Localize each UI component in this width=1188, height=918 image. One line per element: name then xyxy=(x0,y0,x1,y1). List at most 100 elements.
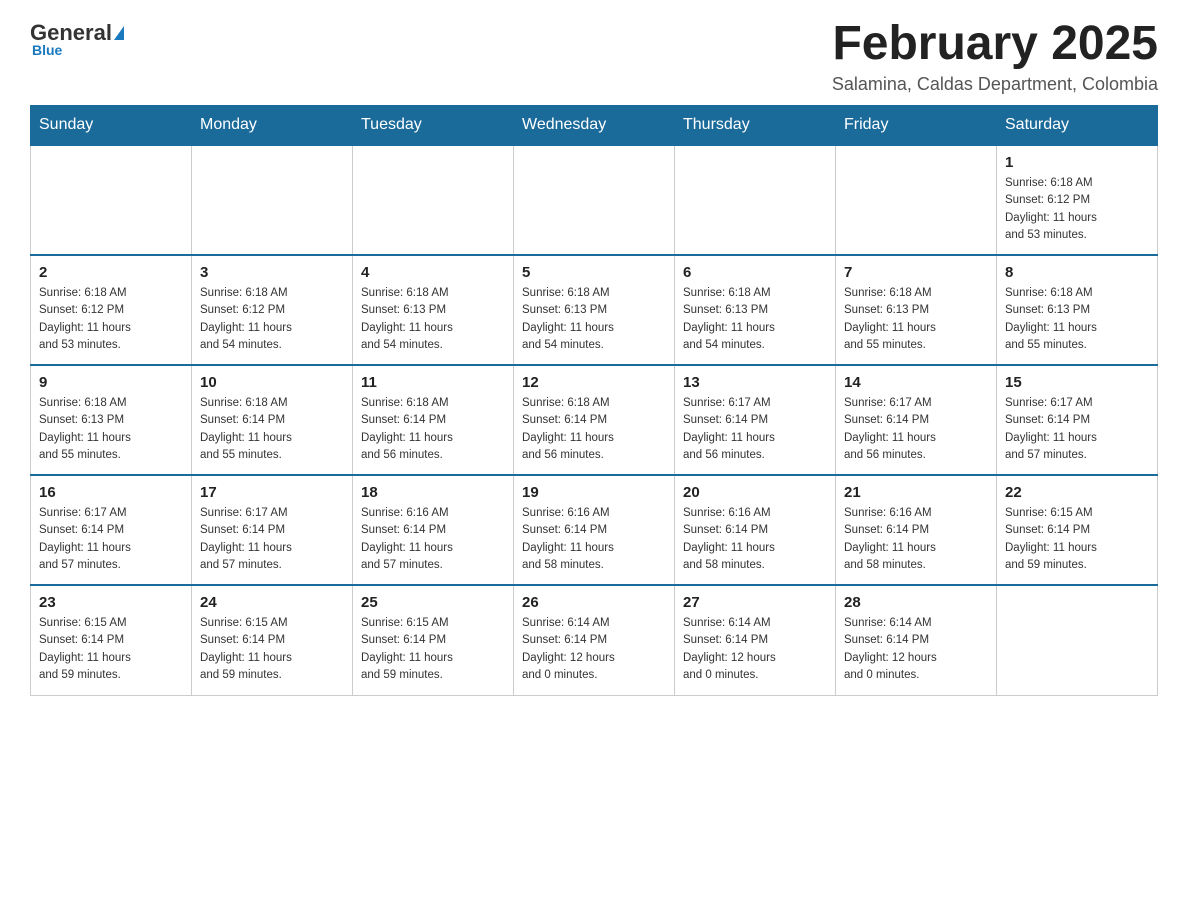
location-subtitle: Salamina, Caldas Department, Colombia xyxy=(832,74,1158,95)
day-cell: 1 Sunrise: 6:18 AM Sunset: 6:12 PM Daylig… xyxy=(997,145,1158,255)
day-number: 7 xyxy=(844,264,988,281)
day-number: 21 xyxy=(844,484,988,501)
day-info: Sunrise: 6:16 AM Sunset: 6:14 PM Dayligh… xyxy=(522,505,666,574)
day-number: 1 xyxy=(1005,154,1149,171)
week-row-4: 16 Sunrise: 6:17 AM Sunset: 6:14 PM Dayli… xyxy=(31,475,1158,585)
day-cell: 3Sunrise: 6:18 AM Sunset: 6:12 PM Daylig… xyxy=(192,255,353,365)
day-info: Sunrise: 6:18 AM Sunset: 6:12 PM Dayligh… xyxy=(1005,175,1149,244)
day-cell: 12 Sunrise: 6:18 AM Sunset: 6:14 PM Dayli… xyxy=(514,365,675,475)
day-info: Sunrise: 6:16 AM Sunset: 6:14 PM Dayligh… xyxy=(361,505,505,574)
day-info: Sunrise: 6:18 AM Sunset: 6:13 PM Dayligh… xyxy=(361,285,505,354)
day-info: Sunrise: 6:14 AM Sunset: 6:14 PM Dayligh… xyxy=(683,615,827,684)
day-number: 4 xyxy=(361,264,505,281)
day-info: Sunrise: 6:18 AM Sunset: 6:12 PM Dayligh… xyxy=(39,285,183,354)
header-monday: Monday xyxy=(192,106,353,146)
day-number: 10 xyxy=(200,374,344,391)
day-cell: 13 Sunrise: 6:17 AM Sunset: 6:14 PM Dayli… xyxy=(675,365,836,475)
day-cell xyxy=(675,145,836,255)
day-number: 23 xyxy=(39,594,183,611)
day-number: 8 xyxy=(1005,264,1149,281)
day-cell xyxy=(353,145,514,255)
day-number: 27 xyxy=(683,594,827,611)
day-info: Sunrise: 6:15 AM Sunset: 6:14 PM Dayligh… xyxy=(39,615,183,684)
day-info: Sunrise: 6:18 AM Sunset: 6:13 PM Dayligh… xyxy=(1005,285,1149,354)
day-info: Sunrise: 6:17 AM Sunset: 6:14 PM Dayligh… xyxy=(1005,395,1149,464)
day-cell: 4 Sunrise: 6:18 AM Sunset: 6:13 PM Daylig… xyxy=(353,255,514,365)
week-row-2: 2 Sunrise: 6:18 AM Sunset: 6:12 PM Daylig… xyxy=(31,255,1158,365)
day-cell: 19 Sunrise: 6:16 AM Sunset: 6:14 PM Dayli… xyxy=(514,475,675,585)
header-thursday: Thursday xyxy=(675,106,836,146)
day-cell xyxy=(836,145,997,255)
day-number: 22 xyxy=(1005,484,1149,501)
title-area: February 2025 Salamina, Caldas Departmen… xyxy=(832,20,1158,95)
day-cell: 25Sunrise: 6:15 AM Sunset: 6:14 PM Dayli… xyxy=(353,585,514,695)
day-info: Sunrise: 6:15 AM Sunset: 6:14 PM Dayligh… xyxy=(1005,505,1149,574)
header-sunday: Sunday xyxy=(31,106,192,146)
day-info: Sunrise: 6:15 AM Sunset: 6:14 PM Dayligh… xyxy=(200,615,344,684)
day-number: 13 xyxy=(683,374,827,391)
day-cell: 18Sunrise: 6:16 AM Sunset: 6:14 PM Dayli… xyxy=(353,475,514,585)
logo-sub-text: Blue xyxy=(32,42,62,58)
month-title: February 2025 xyxy=(832,20,1158,68)
day-info: Sunrise: 6:18 AM Sunset: 6:13 PM Dayligh… xyxy=(683,285,827,354)
day-info: Sunrise: 6:17 AM Sunset: 6:14 PM Dayligh… xyxy=(844,395,988,464)
day-number: 6 xyxy=(683,264,827,281)
day-cell: 15 Sunrise: 6:17 AM Sunset: 6:14 PM Dayli… xyxy=(997,365,1158,475)
day-info: Sunrise: 6:18 AM Sunset: 6:14 PM Dayligh… xyxy=(361,395,505,464)
header-tuesday: Tuesday xyxy=(353,106,514,146)
day-info: Sunrise: 6:16 AM Sunset: 6:14 PM Dayligh… xyxy=(683,505,827,574)
day-cell: 22 Sunrise: 6:15 AM Sunset: 6:14 PM Dayli… xyxy=(997,475,1158,585)
day-number: 17 xyxy=(200,484,344,501)
day-info: Sunrise: 6:18 AM Sunset: 6:13 PM Dayligh… xyxy=(522,285,666,354)
day-number: 16 xyxy=(39,484,183,501)
header-saturday: Saturday xyxy=(997,106,1158,146)
day-number: 2 xyxy=(39,264,183,281)
day-cell: 10 Sunrise: 6:18 AM Sunset: 6:14 PM Dayli… xyxy=(192,365,353,475)
day-number: 19 xyxy=(522,484,666,501)
day-cell: 11 Sunrise: 6:18 AM Sunset: 6:14 PM Dayli… xyxy=(353,365,514,475)
day-cell: 26 Sunrise: 6:14 AM Sunset: 6:14 PM Dayli… xyxy=(514,585,675,695)
day-cell: 27 Sunrise: 6:14 AM Sunset: 6:14 PM Dayli… xyxy=(675,585,836,695)
header: General Blue February 2025 Salamina, Cal… xyxy=(30,20,1158,95)
weekday-header-row: Sunday Monday Tuesday Wednesday Thursday… xyxy=(31,106,1158,146)
day-cell: 14 Sunrise: 6:17 AM Sunset: 6:14 PM Dayli… xyxy=(836,365,997,475)
day-cell: 9Sunrise: 6:18 AM Sunset: 6:13 PM Daylig… xyxy=(31,365,192,475)
day-cell: 23 Sunrise: 6:15 AM Sunset: 6:14 PM Dayli… xyxy=(31,585,192,695)
day-number: 24 xyxy=(200,594,344,611)
day-info: Sunrise: 6:18 AM Sunset: 6:14 PM Dayligh… xyxy=(200,395,344,464)
day-info: Sunrise: 6:15 AM Sunset: 6:14 PM Dayligh… xyxy=(361,615,505,684)
day-cell: 7Sunrise: 6:18 AM Sunset: 6:13 PM Daylig… xyxy=(836,255,997,365)
day-info: Sunrise: 6:18 AM Sunset: 6:14 PM Dayligh… xyxy=(522,395,666,464)
day-info: Sunrise: 6:17 AM Sunset: 6:14 PM Dayligh… xyxy=(200,505,344,574)
day-cell: 28Sunrise: 6:14 AM Sunset: 6:14 PM Dayli… xyxy=(836,585,997,695)
day-number: 12 xyxy=(522,374,666,391)
day-number: 26 xyxy=(522,594,666,611)
day-cell xyxy=(192,145,353,255)
header-friday: Friday xyxy=(836,106,997,146)
week-row-3: 9Sunrise: 6:18 AM Sunset: 6:13 PM Daylig… xyxy=(31,365,1158,475)
day-cell: 20Sunrise: 6:16 AM Sunset: 6:14 PM Dayli… xyxy=(675,475,836,585)
day-cell: 2 Sunrise: 6:18 AM Sunset: 6:12 PM Daylig… xyxy=(31,255,192,365)
day-info: Sunrise: 6:14 AM Sunset: 6:14 PM Dayligh… xyxy=(522,615,666,684)
day-info: Sunrise: 6:18 AM Sunset: 6:12 PM Dayligh… xyxy=(200,285,344,354)
day-cell xyxy=(997,585,1158,695)
logo-triangle-icon xyxy=(114,26,124,40)
day-cell: 24 Sunrise: 6:15 AM Sunset: 6:14 PM Dayli… xyxy=(192,585,353,695)
day-info: Sunrise: 6:17 AM Sunset: 6:14 PM Dayligh… xyxy=(683,395,827,464)
day-cell: 5Sunrise: 6:18 AM Sunset: 6:13 PM Daylig… xyxy=(514,255,675,365)
day-number: 11 xyxy=(361,374,505,391)
day-number: 14 xyxy=(844,374,988,391)
calendar-table: Sunday Monday Tuesday Wednesday Thursday… xyxy=(30,105,1158,696)
day-cell: 17 Sunrise: 6:17 AM Sunset: 6:14 PM Dayli… xyxy=(192,475,353,585)
day-number: 15 xyxy=(1005,374,1149,391)
day-cell: 16Sunrise: 6:17 AM Sunset: 6:14 PM Dayli… xyxy=(31,475,192,585)
day-number: 9 xyxy=(39,374,183,391)
day-cell: 21 Sunrise: 6:16 AM Sunset: 6:14 PM Dayli… xyxy=(836,475,997,585)
week-row-1: 1 Sunrise: 6:18 AM Sunset: 6:12 PM Daylig… xyxy=(31,145,1158,255)
day-cell xyxy=(31,145,192,255)
week-row-5: 23 Sunrise: 6:15 AM Sunset: 6:14 PM Dayli… xyxy=(31,585,1158,695)
day-cell: 8 Sunrise: 6:18 AM Sunset: 6:13 PM Daylig… xyxy=(997,255,1158,365)
day-info: Sunrise: 6:16 AM Sunset: 6:14 PM Dayligh… xyxy=(844,505,988,574)
day-cell: 6 Sunrise: 6:18 AM Sunset: 6:13 PM Daylig… xyxy=(675,255,836,365)
logo: General Blue xyxy=(30,20,124,58)
